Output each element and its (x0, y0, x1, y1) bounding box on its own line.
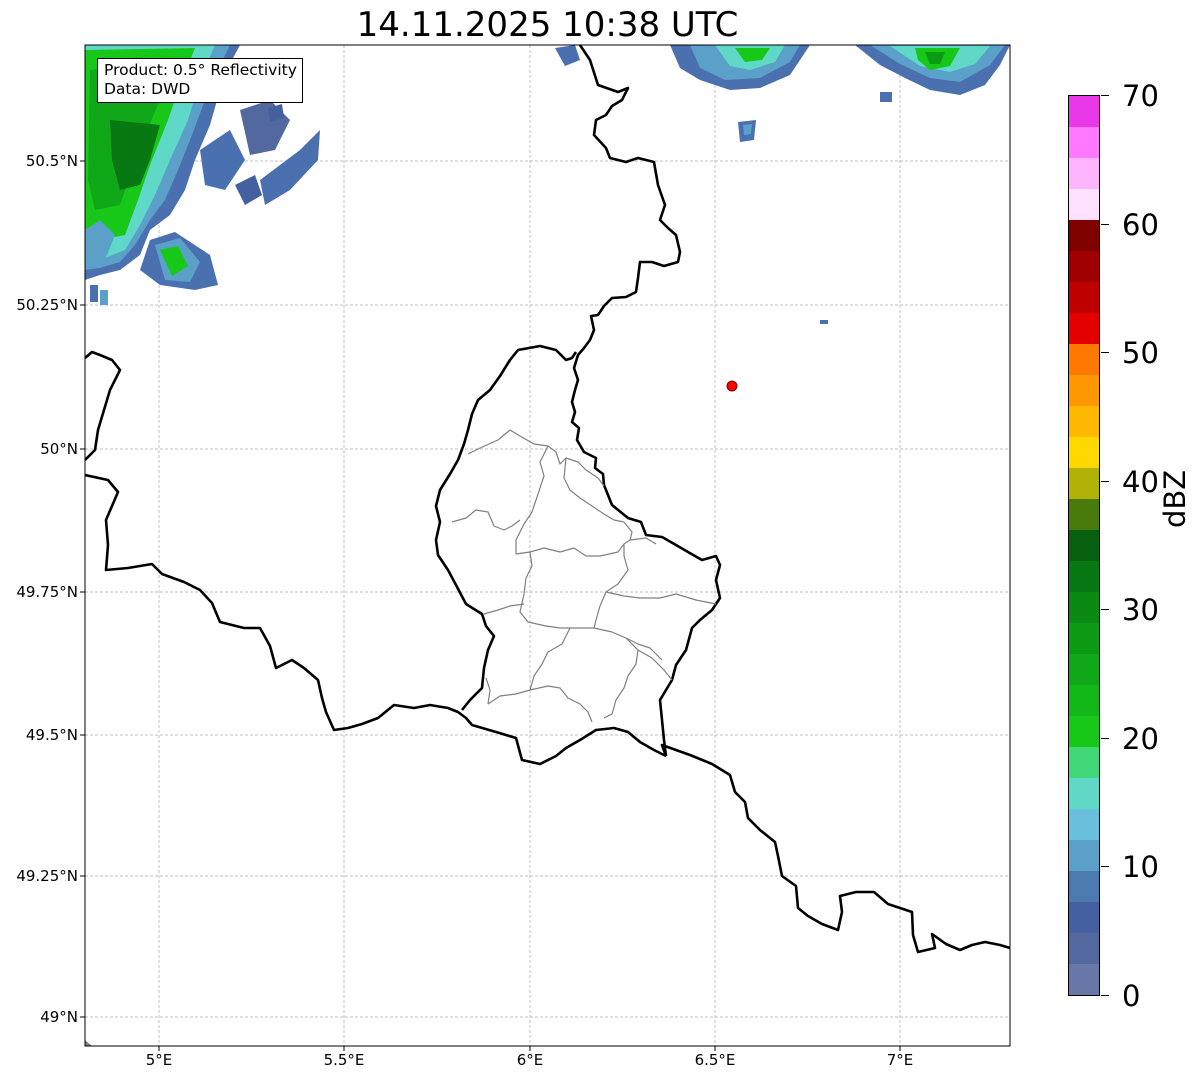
colorbar-tick-60: 60 (1122, 208, 1159, 242)
reflectivity-colorbar (1068, 95, 1100, 996)
colorbar-segment (1069, 220, 1099, 251)
lat-label-49-5: 49.5°N (25, 726, 78, 744)
colorbar-tick-70: 70 (1122, 79, 1159, 113)
lat-label-50-25: 50.25°N (16, 296, 78, 314)
colorbar-segment (1069, 499, 1099, 530)
lon-label-7: 7°E (886, 1051, 914, 1069)
colorbar-segment (1069, 468, 1099, 499)
colorbar-segment (1069, 623, 1099, 654)
colorbar-segment (1069, 778, 1099, 809)
colorbar-tick-20: 20 (1122, 722, 1159, 756)
colorbar-segment (1069, 871, 1099, 902)
colorbar-tick-30: 30 (1122, 593, 1159, 627)
colorbar-segment (1069, 437, 1099, 468)
colorbar-segment (1069, 189, 1099, 220)
colorbar-segment (1069, 933, 1099, 964)
colorbar-tick-40: 40 (1122, 465, 1159, 499)
colorbar-segment (1069, 809, 1099, 840)
colorbar-segment (1069, 685, 1099, 716)
lat-label-49-75: 49.75°N (16, 583, 78, 601)
product-info-box: Product: 0.5° Reflectivity Data: DWD (97, 58, 303, 103)
lon-label-5-5: 5.5°E (323, 1051, 365, 1069)
colorbar-segment (1069, 530, 1099, 561)
product-label: Product: 0.5° Reflectivity (104, 61, 297, 79)
colorbar-segment (1069, 127, 1099, 158)
lat-label-50-5: 50.5°N (25, 152, 78, 170)
colorbar-segment (1069, 716, 1099, 747)
lat-label-50: 50°N (40, 440, 78, 458)
colorbar-segment (1069, 375, 1099, 406)
radar-site-marker[interactable] (726, 380, 738, 392)
lon-label-6: 6°E (516, 1051, 544, 1069)
radar-map[interactable] (0, 0, 1060, 1081)
data-source-label: Data: DWD (104, 80, 191, 98)
colorbar-segment (1069, 747, 1099, 778)
colorbar-segment (1069, 251, 1099, 282)
colorbar-segment (1069, 158, 1099, 189)
colorbar-segment (1069, 964, 1099, 995)
colorbar-segment (1069, 344, 1099, 375)
colorbar-segment (1069, 561, 1099, 592)
colorbar-segment (1069, 406, 1099, 437)
lon-label-5: 5°E (145, 1051, 173, 1069)
colorbar-segment (1069, 282, 1099, 313)
colorbar-segment (1069, 840, 1099, 871)
colorbar-segment (1069, 96, 1099, 127)
colorbar-segment (1069, 654, 1099, 685)
colorbar-segment (1069, 313, 1099, 344)
colorbar-tick-0: 0 (1122, 979, 1141, 1013)
lat-label-49: 49°N (40, 1008, 78, 1026)
colorbar-tick-10: 10 (1122, 850, 1159, 884)
lat-label-49-25: 49.25°N (16, 867, 78, 885)
colorbar-segment (1069, 592, 1099, 623)
colorbar-unit-label: dBZ (1158, 469, 1192, 528)
colorbar-segment (1069, 902, 1099, 933)
lon-label-6-5: 6.5°E (694, 1051, 736, 1069)
colorbar-tick-50: 50 (1122, 336, 1159, 370)
